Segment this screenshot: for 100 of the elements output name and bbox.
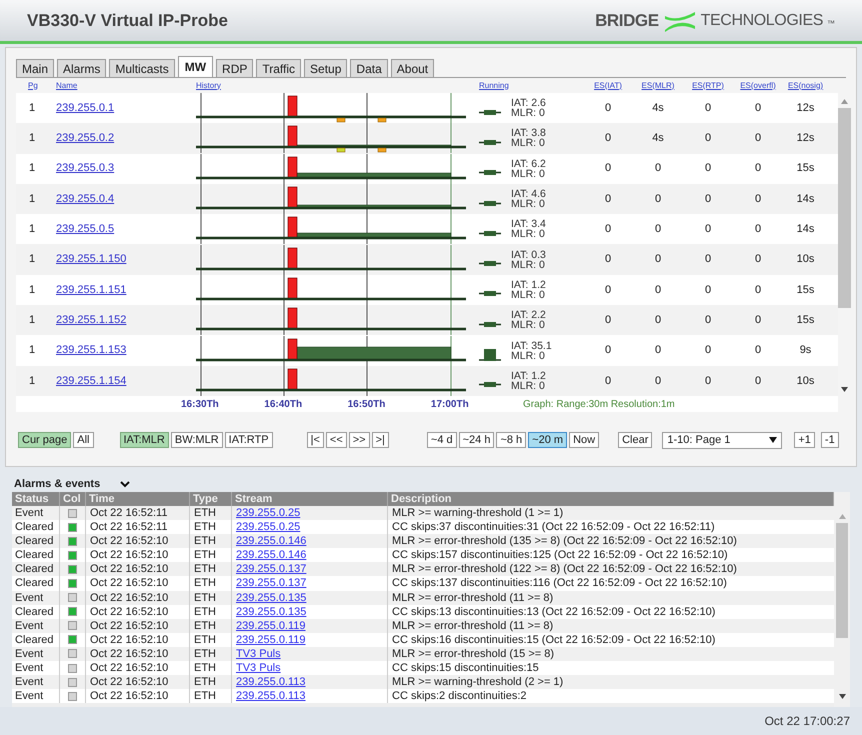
column-header-link[interactable]: Running [479, 80, 583, 92]
scrollbar-thumb[interactable] [838, 108, 851, 308]
scroll-down-icon[interactable] [841, 386, 848, 392]
toolbar-button[interactable]: Clear [618, 432, 652, 448]
tab[interactable]: Traffic [256, 59, 302, 78]
toolbar-button[interactable]: Now [569, 432, 600, 448]
stream-name-link[interactable]: 239.255.0.2 [56, 130, 114, 147]
error-seconds-value: 0 [754, 282, 762, 298]
error-seconds-value: 0 [704, 222, 712, 238]
column-header-link[interactable]: ES(MLR) [633, 80, 683, 92]
mlr-reading: MLR: 0 [511, 229, 546, 240]
column-header-link[interactable]: ES(IAT) [583, 80, 633, 92]
scrollbar-thumb[interactable] [836, 523, 848, 638]
stream-name-link[interactable]: 239.255.1.153 [56, 342, 126, 359]
error-seconds-value: 4s [652, 100, 664, 116]
column-header-link[interactable]: Pg [26, 80, 56, 92]
logo-text: BRIDGE [595, 10, 659, 32]
running-level-icon [479, 170, 501, 176]
description-text: MLR >= error-threshold (11 >= 8) [391, 618, 554, 633]
description-text: CC skips:157 discontinuities:125 (Oct 22 16:52:09 - Oct 22 16:52:10) [391, 548, 729, 562]
toolbar-button[interactable]: IAT:RTP [224, 432, 273, 448]
error-seconds-value: 0 [604, 131, 612, 146]
error-seconds-value: 14s [796, 222, 814, 238]
error-seconds-value: 0 [604, 312, 612, 328]
scroll-up-icon[interactable] [838, 514, 846, 519]
toolbar-button[interactable]: << [326, 432, 347, 448]
toolbar-button[interactable]: ~20 m [528, 432, 568, 448]
scroll-down-icon[interactable] [838, 694, 846, 699]
chevron-down-icon[interactable] [120, 480, 130, 488]
column-header-link[interactable]: ES(RTP) [683, 80, 733, 92]
mlr-reading: MLR: 0 [511, 320, 546, 330]
error-seconds-value: 0 [754, 312, 762, 328]
mlr-reading: MLR: 0 [511, 108, 546, 118]
tab[interactable]: RDP [216, 59, 254, 78]
scrollbar[interactable] [834, 492, 850, 707]
stream-name-link[interactable]: 239.255.1.152 [56, 312, 126, 328]
toolbar-button[interactable]: ~8 h [496, 432, 526, 448]
error-seconds-value: 0 [704, 374, 712, 389]
error-seconds-value: 12s [796, 131, 814, 146]
toolbar-button[interactable]: Cur page [18, 432, 72, 448]
toolbar-button[interactable]: BW:MLR [170, 432, 223, 448]
toolbar-button[interactable]: >| [372, 432, 389, 448]
mlr-reading: MLR: 0 [511, 199, 546, 210]
column-header-link[interactable]: ES(nosig) [783, 80, 828, 92]
stream-name-link[interactable]: 239.255.0.5 [56, 221, 114, 238]
toolbar-button[interactable]: ~24 h [458, 432, 494, 448]
page-select[interactable]: 1-10: Page 1 [662, 432, 782, 449]
tab[interactable]: Main [16, 59, 54, 78]
step-button[interactable]: -1 [820, 432, 839, 448]
description-text: MLR >= error-threshold (135 >= 8) (Oct 22 16:52:09 - Oct 22 16:52:10) [391, 534, 738, 548]
error-seconds-value: 0 [704, 100, 712, 116]
page-number: 1 [28, 374, 36, 389]
toolbar-button[interactable]: >> [348, 432, 370, 448]
column-header-link[interactable]: History [196, 80, 479, 92]
description-text: CC skips:13 discontinuities:13 (Oct 22 16:52:09 - Oct 22 16:52:10) [391, 604, 716, 619]
section-title: Alarms & events [14, 476, 100, 492]
description-text: MLR >= error-threshold (122 >= 8) (Oct 22 16:52:09 - Oct 22 16:52:10) [391, 562, 738, 576]
page-number: 1 [28, 100, 36, 116]
iat-reading: IAT: 1.2 [511, 280, 547, 290]
tab[interactable]: MW [178, 56, 214, 78]
stream-name-link[interactable]: 239.255.0.1 [56, 100, 114, 116]
time-axis-label: 16:50Th [348, 398, 386, 412]
error-seconds-value: 0 [704, 161, 712, 176]
tab[interactable]: About [390, 59, 434, 78]
page-number: 1 [28, 131, 36, 146]
stream-name-link[interactable]: 239.255.0.4 [56, 190, 114, 208]
error-seconds-value: 0 [604, 100, 612, 116]
stream-link[interactable]: 239.255.0.113 [232, 689, 388, 704]
error-seconds-value: 0 [654, 222, 662, 238]
mlr-reading: MLR: 0 [511, 260, 546, 270]
step-button[interactable]: +1 [794, 432, 815, 448]
error-seconds-value: 0 [654, 374, 662, 389]
column-header-link[interactable]: Name [56, 80, 196, 92]
column-header-link[interactable]: ES(overfl) [733, 80, 783, 92]
tab[interactable]: Multicasts [109, 59, 175, 78]
running-level-icon [479, 200, 501, 206]
description-text: MLR >= warning-threshold (1 >= 1) [391, 506, 564, 520]
page-number: 1 [28, 252, 36, 268]
error-seconds-value: 0 [704, 282, 712, 298]
stream-name-link[interactable]: 239.255.1.151 [56, 282, 126, 298]
error-seconds-value: 0 [604, 252, 612, 268]
description-text: CC skips:16 discontinuities:15 (Oct 22 16:52:09 - Oct 22 16:52:10) [391, 632, 716, 647]
mlr-reading: MLR: 0 [511, 380, 546, 391]
toolbar-button[interactable]: |< [306, 432, 324, 448]
tab[interactable]: Data [350, 59, 388, 78]
toolbar-button[interactable]: IAT:MLR [120, 432, 169, 448]
scroll-up-icon[interactable] [841, 99, 848, 104]
error-seconds-value: 12s [796, 100, 814, 116]
error-seconds-value: 0 [754, 343, 762, 358]
error-seconds-value: 0 [754, 131, 762, 146]
stream-name-link[interactable]: 239.255.1.150 [56, 251, 126, 268]
toolbar-button[interactable]: ~4 d [426, 432, 457, 448]
tab[interactable]: Alarms [57, 59, 106, 78]
error-seconds-value: 0 [604, 374, 612, 389]
running-level-icon [479, 322, 501, 327]
toolbar-button[interactable]: All [73, 432, 94, 448]
error-seconds-value: 15s [796, 161, 814, 176]
tab[interactable]: Setup [304, 59, 348, 78]
stream-name-link[interactable]: 239.255.1.154 [56, 372, 126, 390]
stream-name-link[interactable]: 239.255.0.3 [56, 160, 114, 177]
